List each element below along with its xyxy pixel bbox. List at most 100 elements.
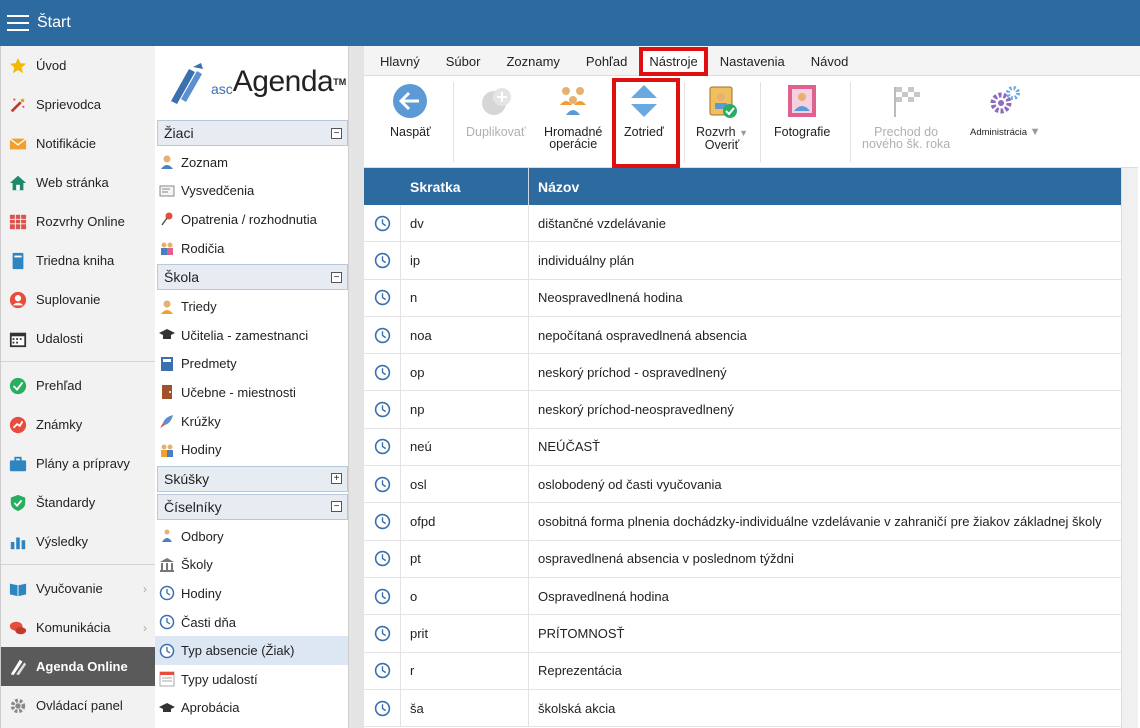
- bulk-operations-button[interactable]: Hromadné operácie: [544, 82, 602, 150]
- collapse-toggle[interactable]: −: [331, 501, 342, 513]
- tab-zoznamy[interactable]: Zoznamy: [496, 54, 569, 75]
- door-icon: [158, 384, 175, 401]
- logo-asc-text: asc: [211, 81, 233, 97]
- sidebar-item-triedna-kniha[interactable]: Triedna kniha: [1, 241, 155, 280]
- section-skola[interactable]: Škola −: [157, 264, 348, 291]
- menu-item-rodicia[interactable]: Rodičia: [155, 234, 348, 263]
- menu-item-hodiny[interactable]: Hodiny: [155, 579, 348, 608]
- new-year-transition-button[interactable]: Prechod do nového šk. roka: [862, 82, 950, 150]
- cell-code: neú: [401, 428, 529, 466]
- cell-name: ospravedlnená absencia v poslednom týždn…: [538, 551, 794, 567]
- sidebar-item-label: Známky: [36, 417, 83, 432]
- table-row[interactable]: noa nepočítaná ospravedlnená absencia: [364, 316, 1121, 355]
- table-row[interactable]: neú NEÚČASŤ: [364, 428, 1121, 467]
- sidebar-item-plany[interactable]: Plány a prípravy: [1, 444, 155, 483]
- envelope-icon: [9, 135, 27, 153]
- cell-code: op: [401, 354, 529, 391]
- menu-item-kruzky[interactable]: Krúžky: [155, 407, 348, 436]
- table-scrollbar[interactable]: [1121, 168, 1138, 728]
- collapse-toggle[interactable]: −: [331, 271, 342, 283]
- parents-icon: [158, 240, 175, 257]
- table-row[interactable]: prit PRÍTOMNOSŤ: [364, 615, 1121, 653]
- highlight-box: [612, 78, 680, 168]
- table-row[interactable]: n Neospravedlnená hodina: [364, 279, 1121, 317]
- menu-item-triedy[interactable]: Triedy: [155, 292, 348, 321]
- table-row[interactable]: osl oslobodený od časti vyučovania: [364, 466, 1121, 504]
- table-row[interactable]: np neskorý príchod-neospravedlnený: [364, 391, 1121, 429]
- photos-label: Fotografie: [774, 125, 831, 139]
- sidebar-item-komunikacia[interactable]: Komunikácia ›: [1, 608, 155, 647]
- toolbar-divider: [850, 82, 851, 162]
- cell-code: ip: [401, 242, 529, 279]
- expand-toggle[interactable]: +: [331, 473, 342, 485]
- administration-label: Administrácia ▼: [970, 126, 1041, 139]
- tab-nastavenia[interactable]: Nastavenia: [710, 54, 795, 75]
- table-row[interactable]: o Ospravedlnená hodina: [364, 577, 1121, 616]
- menu-item-zoznam[interactable]: Zoznam: [155, 148, 348, 177]
- sidebar-item-label: Rozvrhy Online: [36, 214, 125, 229]
- menu-item-typy-udalosti[interactable]: Typy udalostí: [155, 665, 348, 694]
- table-row[interactable]: ofpd osobitná forma plnenia dochádzky-ind…: [364, 503, 1121, 541]
- header-icon-column: [364, 168, 401, 205]
- menu-item-skoly[interactable]: Školy: [155, 551, 348, 580]
- cell-name: Reprezentácia: [538, 663, 622, 679]
- sidebar-item-ovladaci-panel[interactable]: Ovládací panel: [1, 686, 155, 725]
- table-row[interactable]: op neskorý príchod - ospravedlnený: [364, 354, 1121, 392]
- table-row[interactable]: dv dištančné vzdelávanie: [364, 205, 1121, 243]
- sidebar-item-web-stranka[interactable]: Web stránka: [1, 163, 155, 202]
- sidebar-item-vyucovanie[interactable]: Vyučovanie ›: [1, 569, 155, 608]
- section-skusky[interactable]: Skúšky +: [157, 465, 348, 492]
- sidebar-item-udalosti[interactable]: Udalosti: [1, 319, 155, 358]
- collapse-toggle[interactable]: −: [331, 127, 342, 139]
- table-row[interactable]: ip individuálny plán: [364, 242, 1121, 280]
- administration-button[interactable]: Administrácia ▼: [970, 82, 1041, 139]
- administration-label-text: Administrácia: [970, 127, 1028, 138]
- table-row[interactable]: r Reprezentácia: [364, 652, 1121, 690]
- sidebar-item-rozvrhy-online[interactable]: Rozvrhy Online: [1, 202, 155, 241]
- section-title: Žiaci: [164, 125, 194, 141]
- sidebar-item-sprievodca[interactable]: Sprievodca: [1, 85, 155, 124]
- graduation-cap-icon: [158, 327, 175, 344]
- sidebar-item-standardy[interactable]: Štandardy: [1, 483, 155, 522]
- sidebar-item-vysledky[interactable]: Výsledky: [1, 522, 155, 561]
- tab-hlavny[interactable]: Hlavný: [370, 54, 430, 75]
- tab-navod[interactable]: Návod: [801, 54, 859, 75]
- book-icon: [9, 252, 27, 270]
- hamburger-menu-icon[interactable]: [7, 15, 29, 31]
- tab-subor[interactable]: Súbor: [436, 54, 491, 75]
- photos-button[interactable]: Fotografie: [774, 82, 830, 138]
- menu-item-ucebne[interactable]: Učebne - miestnosti: [155, 378, 348, 407]
- section-ziaci[interactable]: Žiaci −: [157, 120, 348, 146]
- sidebar-item-suplovanie[interactable]: Suplovanie: [1, 280, 155, 319]
- menu-item-opatrenia[interactable]: Opatrenia / rozhodnutia: [155, 205, 348, 234]
- sidebar-item-prehlad[interactable]: Prehľad: [1, 366, 155, 405]
- tab-nastroje[interactable]: Nástroje: [639, 47, 708, 76]
- arrow-left-icon: [391, 82, 429, 120]
- menu-item-odbory[interactable]: Odbory: [155, 522, 348, 551]
- menu-item-casti-dna[interactable]: Časti dňa: [155, 608, 348, 637]
- table-row[interactable]: pt ospravedlnená absencia v poslednom týž…: [364, 540, 1121, 578]
- verify-timetable-button[interactable]: Rozvrh ▼ Overiť: [696, 82, 748, 151]
- menu-item-typ-absencie[interactable]: Typ absencie (Žiak): [155, 636, 348, 665]
- table-row[interactable]: ša školská akcia: [364, 689, 1121, 728]
- sidebar-item-uvod[interactable]: Úvod: [1, 46, 155, 85]
- section-ciselniky[interactable]: Číselníky −: [157, 493, 348, 520]
- menu-item-vysvedcenia[interactable]: Vysvedčenia: [155, 177, 348, 206]
- tab-pohlad[interactable]: Pohľad: [576, 54, 637, 75]
- header-code[interactable]: Skratka: [401, 168, 529, 205]
- menu-item-aprobacia[interactable]: Aprobácia: [155, 694, 348, 723]
- menu-item-hodiny-skola[interactable]: Hodiny: [155, 435, 348, 464]
- back-button[interactable]: Naspäť: [390, 82, 431, 138]
- sidebar-item-notifikacie[interactable]: Notifikácie: [1, 124, 155, 163]
- sidebar-item-agenda-online[interactable]: Agenda Online: [1, 647, 155, 686]
- bar-chart-icon: [9, 533, 27, 551]
- cell-name: Neospravedlnená hodina: [538, 290, 683, 306]
- header-name[interactable]: Názov: [529, 168, 1121, 205]
- menu-item-predmety[interactable]: Predmety: [155, 350, 348, 379]
- absence-types-table: Skratka Názov dv dištančné vzdelávanie ip i…: [364, 168, 1121, 728]
- sidebar-scrollbar[interactable]: [348, 46, 364, 728]
- duplicate-button[interactable]: Duplikovať: [466, 82, 526, 138]
- menu-item-ucitelia[interactable]: Učitelia - zamestnanci: [155, 321, 348, 350]
- logo-agenda-text: Agenda: [232, 65, 334, 98]
- sidebar-item-znamky[interactable]: Známky: [1, 405, 155, 444]
